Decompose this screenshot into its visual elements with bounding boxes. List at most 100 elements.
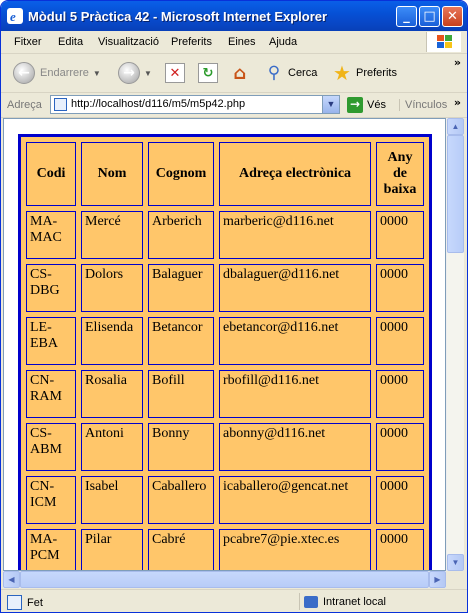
forward-arrow-icon: → (118, 62, 140, 84)
cell-codi: CN-RAM (26, 370, 76, 418)
menu-item-ajuda[interactable]: Ajuda (269, 36, 297, 48)
back-button[interactable]: ← Endarrere ▼ (13, 60, 101, 86)
header-codi: Codi (26, 142, 76, 206)
search-icon: ⚲ (267, 63, 281, 83)
table-row: CN-ICM Isabel Caballero icaballero@gencat.n… (26, 476, 424, 524)
cell-codi: MA-MAC (26, 211, 76, 259)
table-row: CN-RAM Rosalia Bofill rbofill@d116.net 0000 (26, 370, 424, 418)
address-dropdown-icon[interactable]: ▼ (322, 96, 339, 113)
cell-nom: Antoni (81, 423, 143, 471)
chevron-down-icon: ▼ (144, 68, 152, 78)
cell-codi: LE-EBA (26, 317, 76, 365)
cell-any-baixa: 0000 (376, 529, 424, 570)
page-done-icon (7, 595, 22, 610)
favorites-label: Preferits (356, 67, 397, 79)
scroll-right-icon[interactable]: ▶ (429, 571, 446, 588)
minimize-icon: _ (403, 9, 410, 24)
links-more-icon[interactable]: » (454, 96, 461, 109)
go-button[interactable]: → Vés (347, 97, 386, 113)
header-adreca: Adreça electrònica (219, 142, 371, 206)
home-button[interactable]: ⌂ (229, 60, 251, 86)
table-row: CS-DBG Dolors Balaguer dbalaguer@d116.net 00… (26, 264, 424, 312)
cell-any-baixa: 0000 (376, 317, 424, 365)
window-title: Mòdul 5 Pràctica 42 - Microsoft Internet… (28, 9, 328, 24)
table-row: MA-MAC Mercé Arberich marberic@d116.net 0000 (26, 211, 424, 259)
cell-nom: Mercé (81, 211, 143, 259)
cell-codi: CS-ABM (26, 423, 76, 471)
scroll-thumb[interactable] (447, 135, 464, 253)
zone-text: Intranet local (323, 595, 386, 608)
ie-icon: e (7, 8, 23, 24)
page-content: Codi Nom Cognom Adreça electrònica Any d… (3, 118, 446, 571)
links-label[interactable]: Vínculos (399, 99, 447, 111)
intranet-icon (304, 595, 318, 608)
menu-item-eines[interactable]: Eines (228, 36, 256, 48)
cell-cognom: Bonny (148, 423, 214, 471)
menu-item-fitxer[interactable]: Fitxer (14, 36, 42, 48)
cell-cognom: Bofill (148, 370, 214, 418)
cell-any-baixa: 0000 (376, 211, 424, 259)
minimize-button[interactable]: _ (396, 6, 417, 27)
page-icon (54, 98, 67, 111)
status-text: Fet (27, 596, 43, 609)
scroll-down-icon[interactable]: ▼ (447, 554, 464, 571)
menu-item-preferits[interactable]: Preferits (171, 36, 212, 48)
chevron-down-icon: ▼ (92, 68, 101, 78)
cell-any-baixa: 0000 (376, 476, 424, 524)
status-left: Fet (7, 595, 43, 610)
header-any-baixa: Any de baixa (376, 142, 424, 206)
refresh-button[interactable]: ↻ (198, 60, 218, 86)
toolbar-more-icon[interactable]: » (454, 56, 461, 69)
horizontal-scroll-thumb[interactable] (20, 571, 429, 588)
cell-codi: MA-PCM (26, 529, 76, 570)
menu-item-visualitzacio[interactable]: Visualització (98, 36, 159, 48)
scroll-up-icon[interactable]: ▲ (447, 118, 464, 135)
address-bar: Adreça http://localhost/d116/m5/m5p42.ph… (1, 93, 467, 118)
search-button[interactable]: ⚲ Cerca (263, 60, 318, 86)
header-nom: Nom (81, 142, 143, 206)
horizontal-scrollbar[interactable]: ◀ ▶ (3, 571, 446, 588)
table-row: CS-ABM Antoni Bonny abonny@d116.net 0000 (26, 423, 424, 471)
table-row: LE-EBA Elisenda Betancor ebetancor@d116.net… (26, 317, 424, 365)
teachers-table: Codi Nom Cognom Adreça electrònica Any d… (18, 134, 432, 570)
close-icon: ✕ (447, 9, 458, 24)
stop-button[interactable]: ✕ (165, 60, 185, 86)
cell-adreca: ebetancor@d116.net (219, 317, 371, 365)
go-arrow-icon: → (347, 97, 363, 113)
home-icon: ⌂ (233, 62, 247, 84)
cell-adreca: abonny@d116.net (219, 423, 371, 471)
maximize-button[interactable]: □ (419, 6, 440, 27)
cell-adreca: dbalaguer@d116.net (219, 264, 371, 312)
table-row: MA-PCM Pilar Cabré pcabre7@pie.xtec.es 0000 (26, 529, 424, 570)
cell-nom: Isabel (81, 476, 143, 524)
cell-cognom: Cabré (148, 529, 214, 570)
stop-icon: ✕ (165, 63, 185, 83)
cell-nom: Elisenda (81, 317, 143, 365)
cell-nom: Pilar (81, 529, 143, 570)
cell-adreca: marberic@d116.net (219, 211, 371, 259)
cell-adreca: icaballero@gencat.net (219, 476, 371, 524)
cell-nom: Dolors (81, 264, 143, 312)
cell-nom: Rosalia (81, 370, 143, 418)
cell-cognom: Betancor (148, 317, 214, 365)
menu-item-edita[interactable]: Edita (58, 36, 83, 48)
close-button[interactable]: ✕ (442, 6, 463, 27)
forward-button[interactable]: → ▼ (118, 60, 152, 86)
back-arrow-icon: ← (13, 62, 35, 84)
cell-adreca: pcabre7@pie.xtec.es (219, 529, 371, 570)
search-label: Cerca (288, 67, 318, 79)
go-label: Vés (367, 99, 386, 111)
back-label: Endarrere (40, 67, 89, 79)
menu-bar: Fitxer Edita Visualització Preferits Ein… (1, 31, 467, 54)
toolbar: ← Endarrere ▼ → ▼ ✕ ↻ ⌂ ⚲ Cerca ★ Prefer… (1, 54, 467, 93)
table-header-row: Codi Nom Cognom Adreça electrònica Any d… (26, 142, 424, 206)
favorites-button[interactable]: ★ Preferits (331, 60, 397, 86)
cell-cognom: Balaguer (148, 264, 214, 312)
scroll-left-icon[interactable]: ◀ (3, 571, 20, 588)
vertical-scrollbar[interactable]: ▲ ▼ (446, 118, 464, 571)
address-label: Adreça (7, 99, 42, 111)
refresh-icon: ↻ (198, 63, 218, 83)
cell-any-baixa: 0000 (376, 370, 424, 418)
title-bar[interactable]: e Mòdul 5 Pràctica 42 - Microsoft Intern… (1, 1, 467, 31)
address-input[interactable]: http://localhost/d116/m5/m5p42.php ▼ (50, 95, 340, 114)
